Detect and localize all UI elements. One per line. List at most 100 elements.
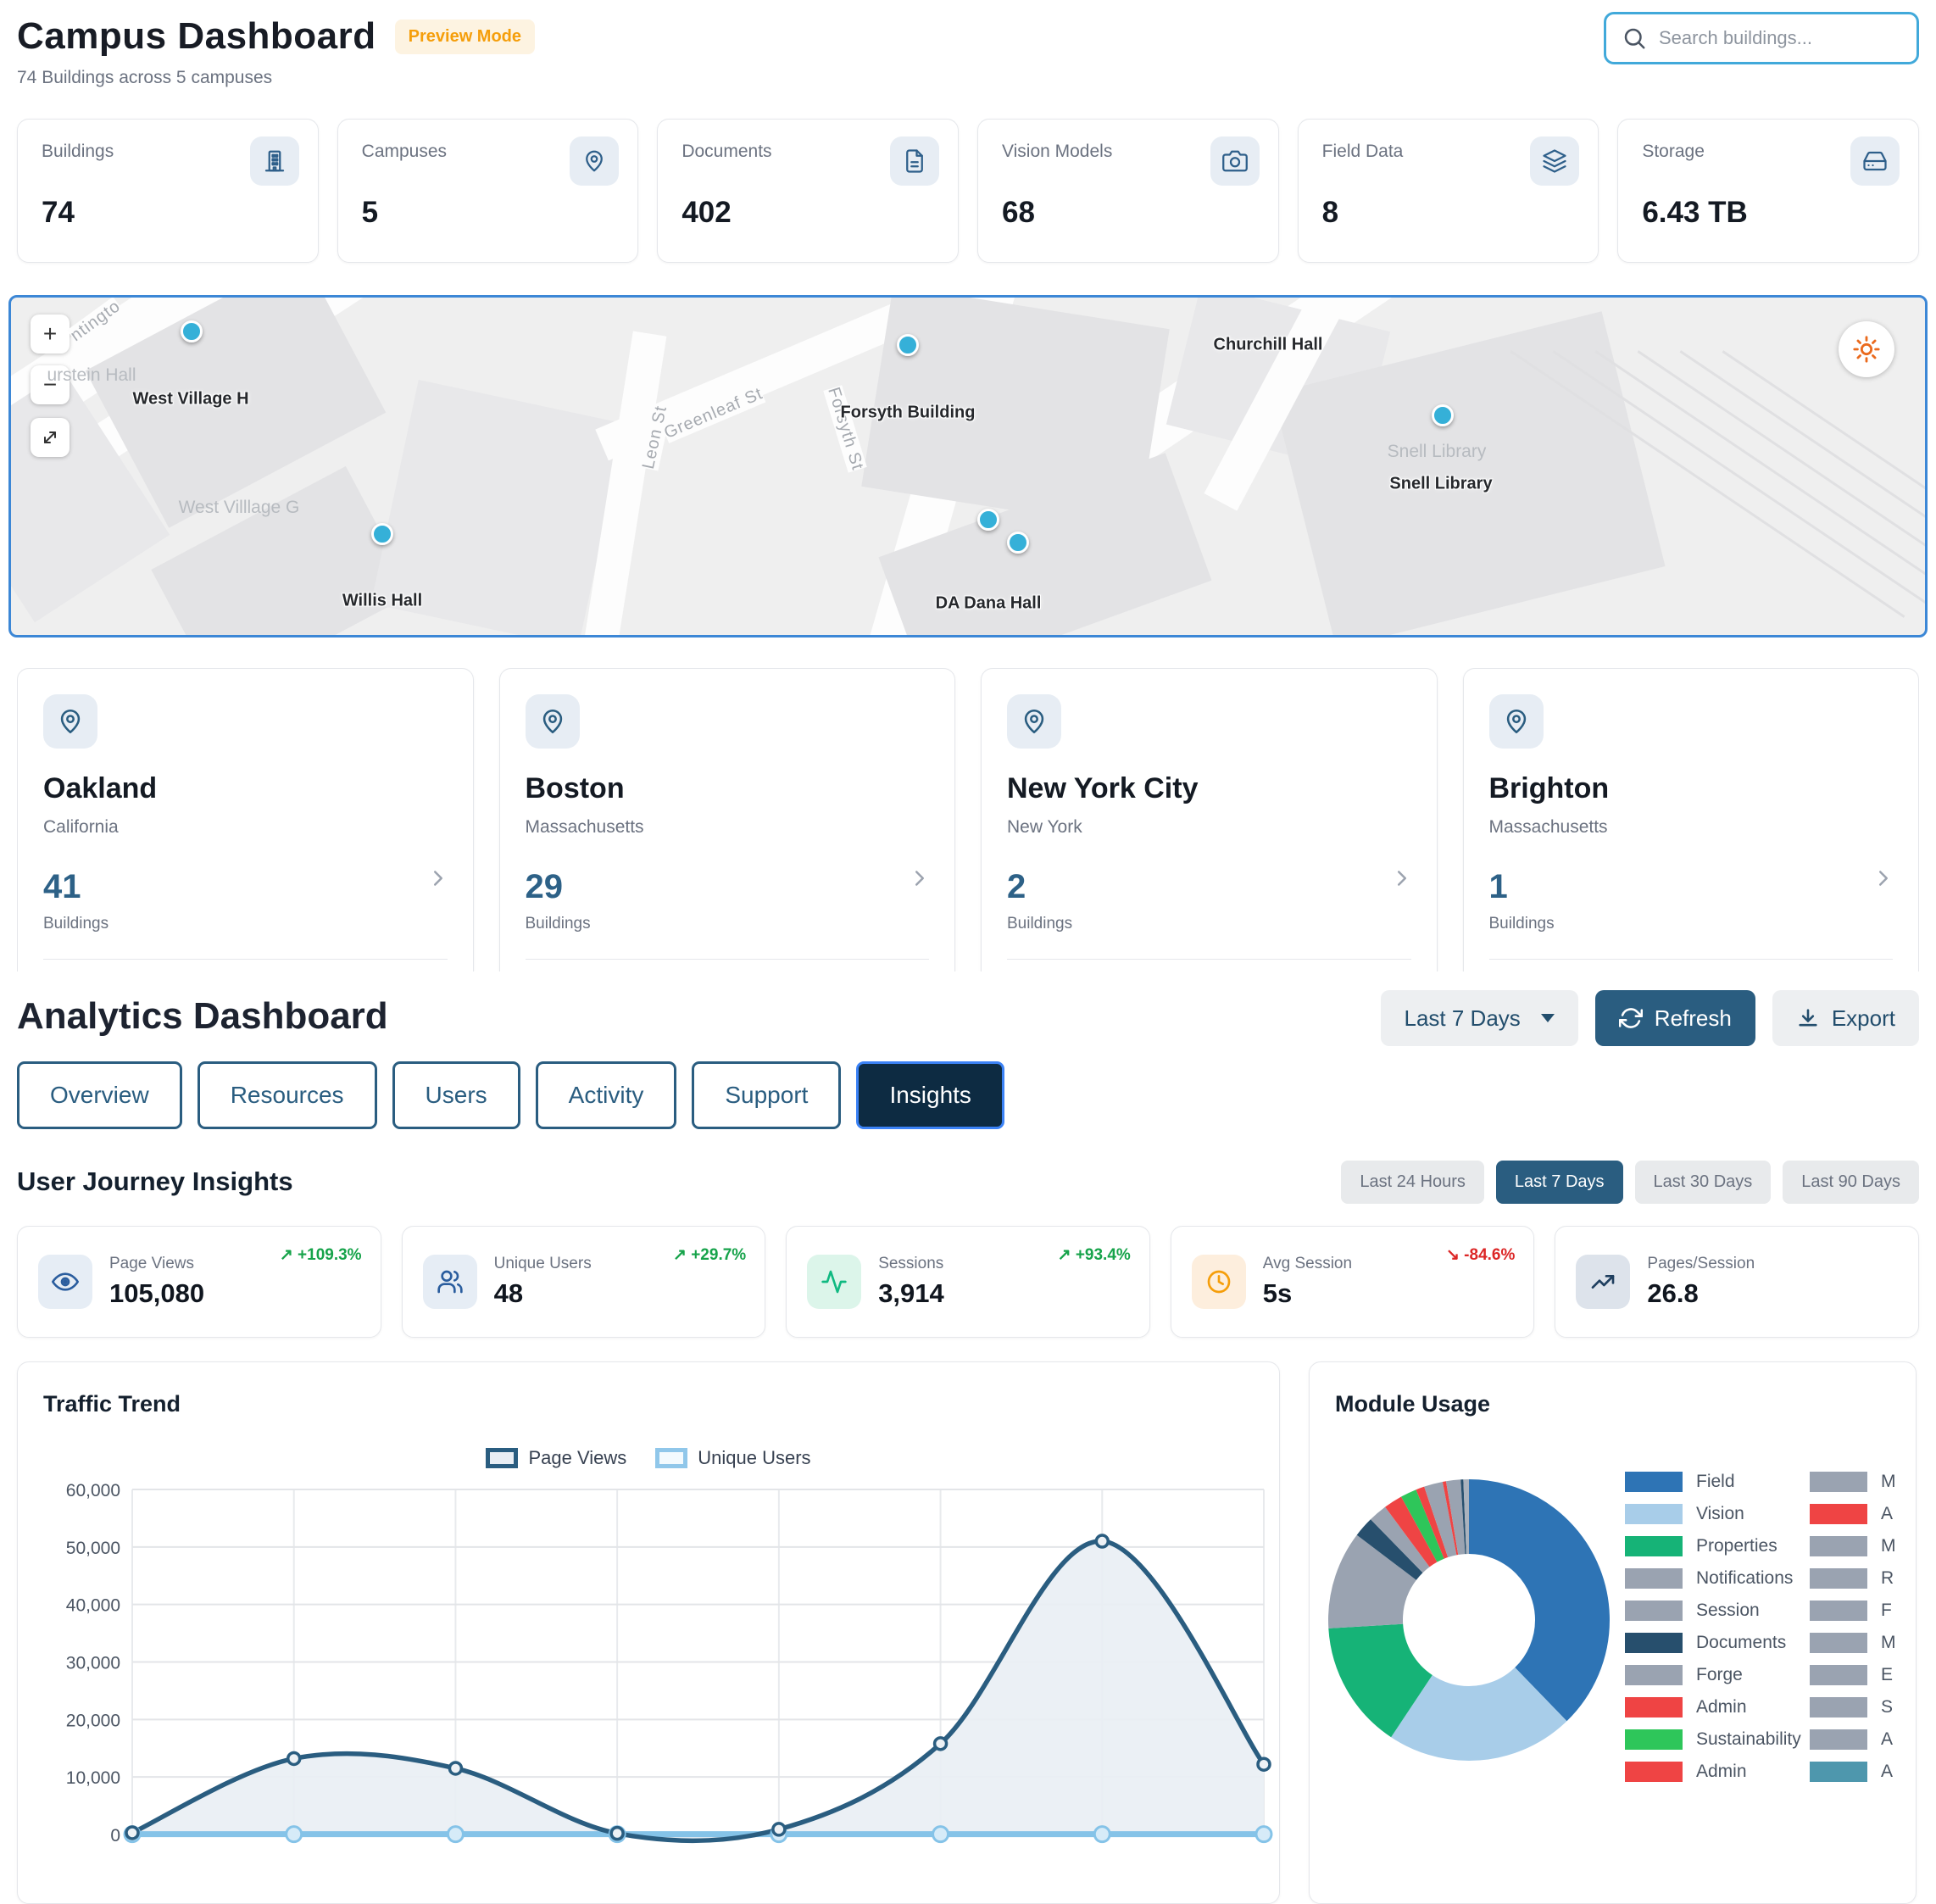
map-pin-icon [526, 694, 580, 749]
campus-map[interactable]: + − ntingtourstein HallWest Village HWes… [8, 295, 1928, 637]
legend-item: E [1810, 1659, 1896, 1691]
campus-state: Massachusetts [526, 817, 930, 838]
map-pin-icon [570, 136, 619, 186]
stat-value: 74 [42, 196, 294, 230]
metric-delta: ↗ +93.4% [1058, 1245, 1131, 1265]
map-style-toggle-button[interactable] [1839, 321, 1894, 377]
chevron-right-icon[interactable] [907, 866, 932, 891]
tab-resources[interactable]: Resources [197, 1061, 377, 1129]
chevron-right-icon[interactable] [1871, 866, 1896, 891]
module-usage-card: Module Usage FieldVisionPropertiesNotifi… [1309, 1361, 1917, 1904]
campus-count-label: Buildings [1489, 915, 1894, 933]
campus-card-boston[interactable]: Boston Massachusetts 29 Buildings [499, 668, 956, 971]
pill-last-90-days[interactable]: Last 90 Days [1783, 1161, 1919, 1204]
legend-swatch [1625, 1568, 1683, 1589]
legend-label: Forge [1696, 1665, 1743, 1685]
map-label: Forsyth St [823, 385, 867, 472]
pill-last-7-days[interactable]: Last 7 Days [1496, 1161, 1623, 1204]
legend-swatch [1625, 1665, 1683, 1685]
chevron-right-icon[interactable] [1389, 866, 1415, 891]
legend-item: Admin [1625, 1691, 1801, 1723]
stat-card-buildings: Buildings 74 [17, 119, 319, 263]
map-zoom-in-button[interactable]: + [31, 315, 70, 354]
tab-users[interactable]: Users [392, 1061, 520, 1129]
metric-label: Unique Users [494, 1255, 592, 1273]
legend-item: Forge [1625, 1659, 1801, 1691]
metric-value: 105,080 [109, 1278, 204, 1309]
export-button[interactable]: Export [1772, 990, 1919, 1046]
building-marker[interactable] [977, 509, 999, 531]
campus-state: New York [1007, 817, 1411, 838]
divider [1007, 959, 1411, 960]
search-input[interactable] [1659, 27, 1901, 49]
metric-card-avg-session: Avg Session 5s ↘ -84.6% [1171, 1226, 1535, 1338]
building-icon [250, 136, 299, 186]
chevron-right-icon[interactable] [426, 866, 451, 891]
legend-item: M [1810, 1530, 1896, 1562]
building-marker[interactable] [897, 334, 919, 356]
stat-card-campuses: Campuses 5 [337, 119, 639, 263]
stat-value: 402 [681, 196, 934, 230]
legend-item: Admin [1625, 1756, 1801, 1788]
clock-icon [1192, 1255, 1246, 1309]
charts-row: Traffic Trend Page Views Unique Users 60… [17, 1361, 1919, 1904]
campus-card-oakland[interactable]: Oakland California 41 Buildings [17, 668, 474, 971]
campus-count-label: Buildings [43, 915, 448, 933]
metric-delta: ↘ -84.6% [1446, 1245, 1515, 1265]
legend-label: F [1881, 1601, 1892, 1621]
metric-card-page-views: Page Views 105,080 ↗ +109.3% [17, 1226, 381, 1338]
pill-last-24-hours[interactable]: Last 24 Hours [1341, 1161, 1484, 1204]
insights-title: User Journey Insights [17, 1166, 293, 1197]
legend-label: M [1881, 1536, 1896, 1556]
date-range-select[interactable]: Last 7 Days [1381, 990, 1578, 1046]
svg-text:30,000: 30,000 [66, 1654, 120, 1673]
building-marker[interactable] [371, 523, 393, 545]
metric-card-unique-users: Unique Users 48 ↗ +29.7% [402, 1226, 766, 1338]
layers-icon [1530, 136, 1579, 186]
tab-activity[interactable]: Activity [536, 1061, 677, 1129]
legend-swatch-unique-users [655, 1448, 687, 1468]
campus-name: Brighton [1489, 772, 1894, 805]
stat-card-documents: Documents 402 [657, 119, 959, 263]
building-marker[interactable] [1007, 532, 1029, 554]
legend-label: E [1881, 1665, 1893, 1685]
metric-card-sessions: Sessions 3,914 ↗ +93.4% [786, 1226, 1150, 1338]
download-icon [1796, 1006, 1820, 1030]
expand-icon [40, 427, 60, 448]
campus-card-new-york-city[interactable]: New York City New York 2 Buildings [981, 668, 1438, 971]
legend-label: Admin [1696, 1697, 1747, 1717]
module-legend-left: FieldVisionPropertiesNotificationsSessio… [1625, 1466, 1801, 1788]
legend-item: A [1810, 1723, 1896, 1756]
campus-card-brighton[interactable]: Brighton Massachusetts 1 Buildings [1463, 668, 1920, 971]
tab-support[interactable]: Support [692, 1061, 841, 1129]
pill-last-30-days[interactable]: Last 30 Days [1635, 1161, 1772, 1204]
eye-icon [38, 1255, 92, 1309]
building-marker[interactable] [1432, 404, 1454, 426]
map-zoom-out-button[interactable]: − [31, 365, 70, 404]
traffic-trend-title: Traffic Trend [18, 1362, 1279, 1417]
refresh-button[interactable]: Refresh [1595, 990, 1755, 1046]
metric-label: Page Views [109, 1255, 204, 1273]
preview-mode-badge: Preview Mode [395, 19, 535, 54]
analytics-tabs: Overview Resources Users Activity Suppor… [17, 1061, 1919, 1129]
metric-value: 5s [1263, 1278, 1352, 1309]
legend-label: Unique Users [698, 1447, 810, 1469]
map-fullscreen-button[interactable] [31, 418, 70, 457]
building-marker[interactable] [181, 320, 203, 342]
legend-label: A [1881, 1762, 1893, 1782]
stat-value: 8 [1322, 196, 1575, 230]
legend-item: Field [1625, 1466, 1801, 1498]
search-box[interactable] [1604, 12, 1919, 64]
tab-overview[interactable]: Overview [17, 1061, 182, 1129]
legend-swatch [1810, 1762, 1867, 1782]
campus-name: Boston [526, 772, 930, 805]
legend-label: Notifications [1696, 1568, 1793, 1589]
legend-label: M [1881, 1472, 1896, 1492]
divider [526, 959, 930, 960]
campus-count-label: Buildings [1007, 915, 1411, 933]
module-usage-title: Module Usage [1310, 1362, 1916, 1417]
divider [43, 959, 448, 960]
tab-insights[interactable]: Insights [856, 1061, 1004, 1129]
legend-swatch [1625, 1536, 1683, 1556]
legend-label: A [1881, 1504, 1893, 1524]
